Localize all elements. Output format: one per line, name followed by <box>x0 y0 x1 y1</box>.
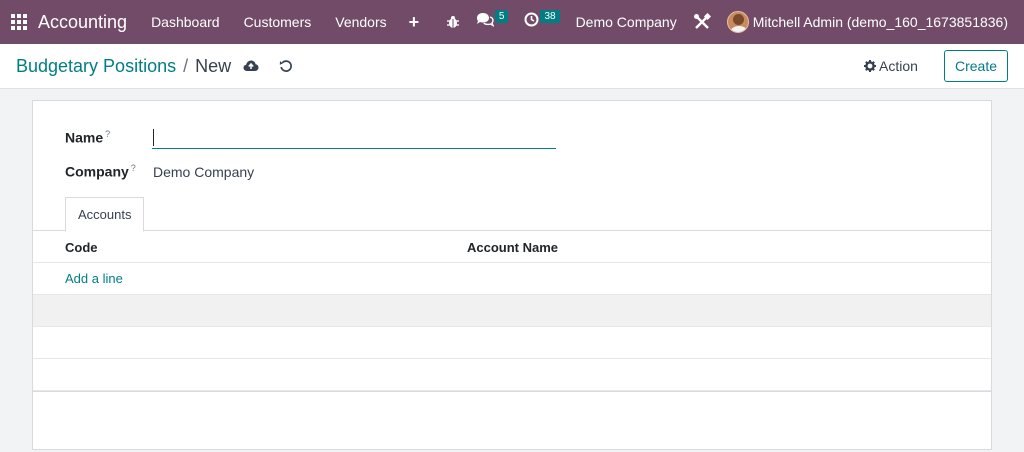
messages-count-badge: 5 <box>494 9 509 23</box>
accounts-table: Code Account Name Add a line <box>33 232 991 393</box>
chat-icon <box>476 12 495 32</box>
company-help-tooltip[interactable]: ? <box>131 163 136 173</box>
avatar <box>726 11 749 33</box>
breadcrumb-separator: / <box>183 55 189 76</box>
company-field-label: Company? <box>65 163 136 180</box>
messages-button[interactable]: 5 <box>468 0 517 44</box>
settings-tools-icon[interactable] <box>685 0 719 44</box>
activities-count-badge: 38 <box>540 9 560 23</box>
add-line-link[interactable]: Add a line <box>33 271 123 286</box>
apps-menu-icon[interactable] <box>0 0 38 44</box>
column-header-code[interactable]: Code <box>33 240 467 255</box>
table-row <box>33 327 991 359</box>
name-field-label: Name? <box>65 129 110 146</box>
bug-icon[interactable] <box>438 0 468 44</box>
table-row <box>33 295 991 327</box>
create-button[interactable]: Create <box>943 50 1008 82</box>
company-value[interactable]: Demo Company <box>153 164 254 180</box>
action-menu-button[interactable]: Action <box>864 58 918 74</box>
menu-dashboard[interactable]: Dashboard <box>139 0 232 44</box>
table-header: Code Account Name <box>33 232 991 263</box>
action-label: Action <box>879 58 918 74</box>
app-name[interactable]: Accounting <box>38 12 127 33</box>
menu-customers[interactable]: Customers <box>232 0 324 44</box>
name-help-tooltip[interactable]: ? <box>105 129 110 139</box>
table-row <box>33 359 991 391</box>
save-cloud-icon[interactable] <box>243 59 259 73</box>
user-name: Mitchell Admin (demo_160_1673851836) <box>752 14 1008 30</box>
breadcrumb: Budgetary Positions / New <box>16 56 231 77</box>
gear-icon <box>864 60 877 72</box>
name-label-text: Name <box>65 129 104 146</box>
column-header-account-name[interactable]: Account Name <box>467 240 558 255</box>
top-navbar: Accounting Dashboard Customers Vendors +… <box>0 0 1024 44</box>
name-input[interactable] <box>152 126 556 149</box>
plus-icon[interactable]: + <box>399 0 430 44</box>
notebook-tabs: Accounts <box>33 197 991 232</box>
clock-icon <box>524 12 539 32</box>
tab-accounts[interactable]: Accounts <box>65 197 145 232</box>
activities-button[interactable]: 38 <box>516 0 567 44</box>
table-footer <box>33 391 991 393</box>
breadcrumb-parent[interactable]: Budgetary Positions <box>16 56 176 77</box>
table-row: Add a line <box>33 263 991 295</box>
breadcrumb-current: New <box>195 55 232 76</box>
control-panel: Budgetary Positions / New Action Create <box>0 44 1024 89</box>
discard-undo-icon[interactable] <box>279 59 293 73</box>
menu-vendors[interactable]: Vendors <box>323 0 398 44</box>
company-switcher[interactable]: Demo Company <box>568 14 685 30</box>
form-sheet: Name? Company? Demo Company Accounts Cod… <box>32 100 992 450</box>
company-label-text: Company <box>65 163 129 180</box>
user-menu[interactable]: Mitchell Admin (demo_160_1673851836) <box>719 0 1024 44</box>
text-cursor <box>153 129 154 146</box>
